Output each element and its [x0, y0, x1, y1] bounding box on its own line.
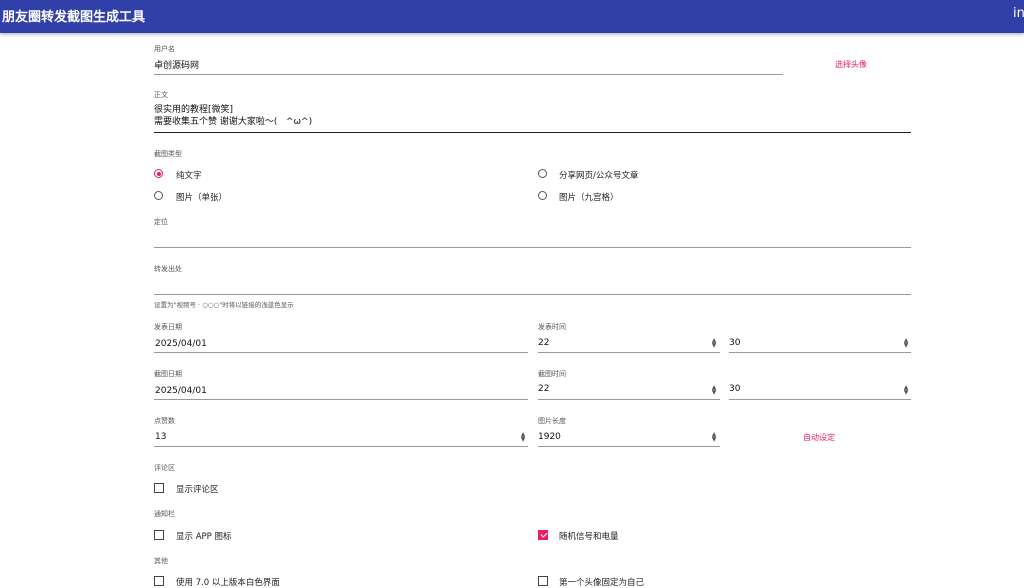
capture-hour-input[interactable]: 22 [538, 384, 549, 394]
username-underline [154, 74, 783, 75]
radio-share-article-label[interactable]: 分享网页/公众号文章 [559, 169, 638, 181]
spinner-arrows-icon[interactable]: ▲ ▼ [903, 338, 909, 349]
capture-time-label: 截图时间 [538, 370, 566, 378]
radio-nine-grid[interactable] [538, 191, 547, 200]
capture-date-underline [154, 399, 528, 400]
likes-label: 点赞数 [154, 417, 175, 425]
publish-time-label: 发表时间 [538, 323, 566, 331]
radio-nine-grid-label[interactable]: 图片（九宫格） [559, 191, 619, 203]
show-app-icon-label[interactable]: 显示 APP 图标 [176, 530, 231, 542]
spinner-arrows-icon[interactable]: ▲ ▼ [903, 385, 909, 396]
source-underline [154, 294, 911, 295]
show-comments-label[interactable]: 显示评论区 [176, 483, 219, 495]
white-ui-label[interactable]: 使用 7.0 以上版本白色界面 [176, 576, 280, 588]
screenshot-type-label: 截图类型 [154, 150, 182, 158]
comments-section-label: 评论区 [154, 464, 175, 472]
show-app-icon-checkbox[interactable] [154, 530, 164, 540]
radio-plain-text[interactable] [154, 169, 163, 178]
capture-minute-input[interactable]: 30 [729, 384, 740, 394]
body-line-1[interactable]: 很实用的教程[微笑] [154, 104, 233, 116]
radio-single-image[interactable] [154, 191, 163, 200]
body-label: 正文 [154, 91, 168, 99]
show-comments-checkbox[interactable] [154, 483, 164, 493]
random-signal-label[interactable]: 随机信号和电量 [559, 530, 619, 542]
notification-section-label: 通知栏 [154, 510, 175, 518]
source-label: 转发出处 [154, 265, 182, 273]
location-input[interactable] [154, 231, 911, 245]
publish-date-input[interactable]: 2025/04/01 [155, 339, 207, 349]
body-line-2[interactable]: 需要收集五个赞 谢谢大家啦～( ^ω^) [154, 116, 312, 128]
spinner-arrows-icon[interactable]: ▲ ▼ [520, 432, 526, 443]
publish-hour-underline [538, 352, 720, 353]
publish-minute-underline [729, 352, 911, 353]
random-signal-checkbox[interactable] [538, 530, 548, 540]
image-length-label: 图片长度 [538, 417, 566, 425]
first-avatar-self-checkbox[interactable] [538, 576, 548, 586]
other-section-label: 其他 [154, 557, 168, 565]
capture-date-label: 截图日期 [154, 370, 182, 378]
body-underline [154, 132, 911, 133]
first-avatar-self-label[interactable]: 第一个头像固定为自己 [559, 576, 644, 588]
radio-share-article[interactable] [538, 169, 547, 178]
capture-date-input[interactable]: 2025/04/01 [155, 386, 207, 396]
username-label: 用户名 [154, 45, 175, 53]
location-label: 定位 [154, 218, 168, 226]
likes-underline [154, 446, 528, 447]
capture-hour-underline [538, 399, 720, 400]
image-length-underline [538, 446, 720, 447]
spinner-arrows-icon[interactable]: ▲ ▼ [711, 432, 717, 443]
spinner-arrows-icon[interactable]: ▲ ▼ [711, 385, 717, 396]
white-ui-checkbox[interactable] [154, 576, 164, 586]
publish-minute-input[interactable]: 30 [729, 338, 740, 348]
source-hint: 设置为"视频号 · ○○○"时将以链接的浅蓝色显示 [154, 301, 294, 309]
radio-single-image-label[interactable]: 图片（单张） [176, 191, 227, 203]
username-input[interactable]: 卓创源码网 [154, 58, 199, 71]
publish-hour-input[interactable]: 22 [538, 338, 549, 348]
header-right-text: in [1013, 6, 1024, 21]
spinner-arrows-icon[interactable]: ▲ ▼ [711, 338, 717, 349]
publish-date-label: 发表日期 [154, 323, 182, 331]
app-title: 朋友圈转发截图生成工具 [2, 10, 146, 25]
image-length-input[interactable]: 1920 [538, 432, 561, 442]
location-underline [154, 247, 911, 248]
publish-date-underline [154, 352, 528, 353]
auto-set-button[interactable]: 自动设定 [803, 432, 835, 443]
likes-input[interactable]: 13 [155, 432, 166, 442]
radio-plain-text-label[interactable]: 纯文字 [176, 169, 202, 181]
app-header: 朋友圈转发截图生成工具 in [0, 0, 1024, 33]
capture-minute-underline [729, 399, 911, 400]
choose-avatar-button[interactable]: 选择头像 [835, 59, 867, 70]
source-input[interactable] [154, 278, 911, 292]
